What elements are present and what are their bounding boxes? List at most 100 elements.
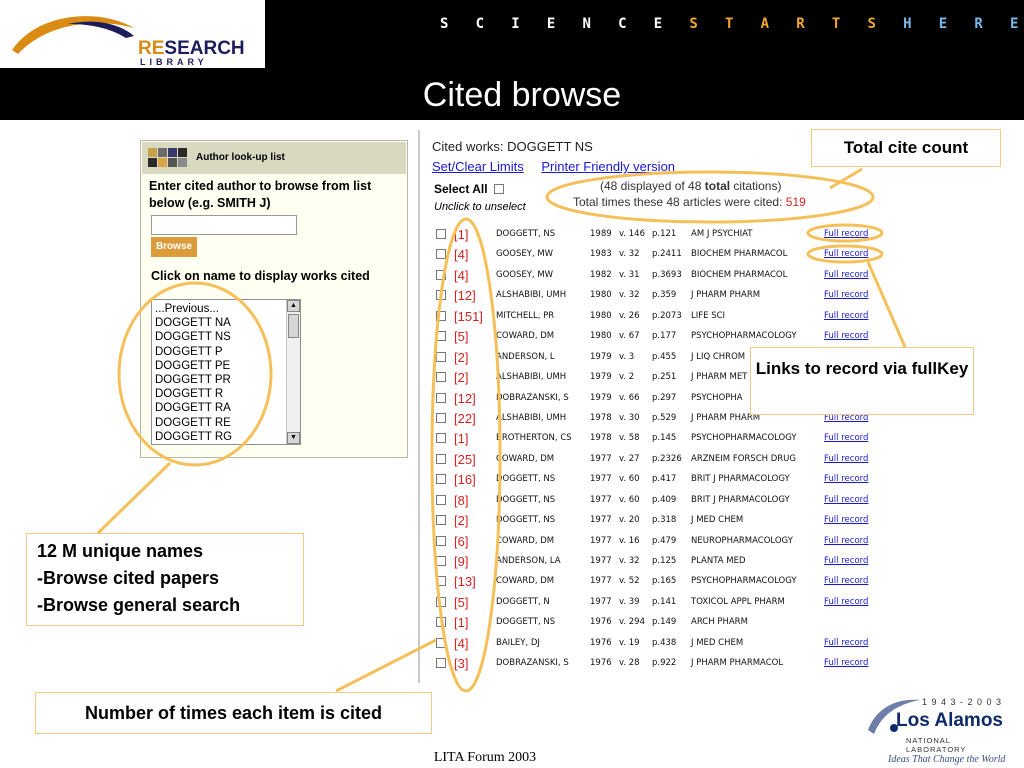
year: 1977 [590, 474, 612, 485]
scroll-up-arrow-icon[interactable]: ▲ [287, 300, 300, 312]
row-checkbox[interactable] [436, 596, 446, 607]
printer-friendly-link[interactable]: Printer Friendly version [541, 159, 675, 174]
full-record-link[interactable]: Full record [824, 536, 868, 546]
cite-count: [2] [454, 370, 469, 386]
callout-names-title: 12 M unique names [37, 541, 204, 561]
page: p.529 [652, 412, 677, 423]
year: 1982 [590, 269, 612, 280]
lookup-header-label: Author look-up list [196, 152, 285, 163]
full-record-link[interactable]: Full record [824, 433, 868, 443]
full-record-link[interactable]: Full record [824, 249, 868, 259]
page: p.2411 [652, 249, 682, 260]
row-checkbox[interactable] [436, 372, 446, 383]
row-checkbox[interactable] [436, 576, 446, 587]
row-checkbox[interactable] [436, 392, 446, 403]
row-checkbox[interactable] [436, 658, 446, 669]
row-checkbox[interactable] [436, 453, 446, 464]
row-checkbox[interactable] [436, 249, 446, 260]
page: p.121 [652, 229, 677, 239]
set-clear-limits-link[interactable]: Set/Clear Limits [432, 159, 524, 174]
cite-count: [12] [454, 288, 476, 304]
page: p.2326 [652, 453, 682, 464]
full-record-link[interactable]: Full record [824, 229, 868, 239]
volume: v. 20 [619, 515, 640, 526]
row-checkbox[interactable] [436, 290, 446, 301]
journal: J MED CHEM [691, 515, 744, 526]
author-option[interactable]: DOGGETT RA [155, 401, 285, 415]
full-record-link[interactable]: Full record [824, 331, 868, 341]
callout-times-cited: Number of times each item is cited [35, 692, 432, 734]
author-option[interactable]: DOGGETT NS [155, 330, 285, 344]
author-option[interactable]: ...Previous... [155, 302, 285, 316]
volume: v. 60 [619, 494, 640, 505]
journal: PSYCHOPHARMACOLOGY [691, 433, 797, 444]
cite-count: [13] [454, 574, 476, 590]
cite-count: [2] [454, 349, 469, 365]
full-record-link[interactable]: Full record [824, 556, 868, 566]
row-checkbox[interactable] [436, 617, 446, 628]
year: 1980 [590, 290, 612, 301]
row-checkbox[interactable] [436, 556, 446, 566]
full-record-link[interactable]: Full record [824, 454, 868, 464]
author-name: DOGGETT, N [496, 596, 550, 607]
scroll-thumb[interactable] [288, 314, 299, 338]
full-record-link[interactable]: Full record [824, 474, 868, 484]
full-record-link[interactable]: Full record [824, 311, 868, 321]
volume: v. 32 [619, 290, 640, 301]
cited-works-list: [1] DOGGETT, NS 1989 v. 146 p.121 AM J PSYCHI… [420, 225, 898, 675]
cite-count: [22] [454, 410, 476, 426]
row-checkbox[interactable] [436, 310, 446, 321]
listbox-scrollbar[interactable]: ▲ ▼ [286, 300, 300, 444]
author-search-input[interactable] [151, 215, 297, 235]
author-option[interactable]: DOGGETT NA [155, 316, 285, 330]
author-option[interactable]: DOGGETT RG [155, 430, 285, 444]
author-option[interactable]: DOGGETT PR [155, 373, 285, 387]
row-checkbox[interactable] [436, 474, 446, 485]
full-record-link[interactable]: Full record [824, 270, 868, 280]
page: p.318 [652, 515, 677, 526]
volume: v. 294 [619, 617, 645, 628]
page: p.251 [652, 372, 677, 383]
row-checkbox[interactable] [436, 637, 446, 648]
full-record-link[interactable]: Full record [824, 638, 868, 648]
volume: v. 146 [619, 229, 645, 239]
row-checkbox[interactable] [436, 535, 446, 546]
full-record-link[interactable]: Full record [824, 515, 868, 525]
full-record-link[interactable]: Full record [824, 290, 868, 300]
author-name: ANDERSON, L [496, 351, 555, 362]
author-option[interactable]: DOGGETT PE [155, 359, 285, 373]
full-record-link[interactable]: Full record [824, 658, 868, 668]
journal: NEUROPHARMACOLOGY [691, 535, 793, 546]
author-name: BROTHERTON, CS [496, 433, 572, 444]
full-record-link[interactable]: Full record [824, 495, 868, 505]
cited-work-row: [1] DOGGETT, NS 1989 v. 146 p.121 AM J PSYCHI… [420, 225, 898, 245]
callout-names-item: -Browse general search [37, 595, 241, 615]
journal: AM J PSYCHIAT [691, 229, 753, 239]
row-checkbox[interactable] [436, 351, 446, 362]
row-checkbox[interactable] [436, 229, 446, 239]
cited-work-row: [1] DOGGETT, NS 1976 v. 294 p.149 ARCH PHARM [420, 613, 898, 633]
row-checkbox[interactable] [436, 412, 446, 423]
row-checkbox[interactable] [436, 269, 446, 280]
page: p.417 [652, 474, 677, 485]
year: 1980 [590, 310, 612, 321]
author-option[interactable]: DOGGETT R [155, 387, 285, 401]
logo-subtitle: LIBRARY [140, 57, 208, 67]
row-checkbox[interactable] [436, 433, 446, 444]
color-blocks-icon [148, 148, 187, 167]
select-all-checkbox[interactable] [493, 184, 504, 194]
author-option[interactable]: DOGGETT RE [155, 416, 285, 430]
author-name: COWARD, DM [496, 331, 555, 342]
volume: v. 66 [619, 392, 640, 403]
browse-button[interactable]: Browse [151, 237, 197, 257]
journal: PSYCHOPHARMACOLOGY [691, 576, 797, 587]
full-record-link[interactable]: Full record [824, 576, 868, 586]
author-listbox[interactable]: ...Previous... DOGGETT NA DOGGETT NS DOGGET… [151, 299, 301, 445]
full-record-link[interactable]: Full record [824, 597, 868, 607]
row-checkbox[interactable] [436, 494, 446, 505]
row-checkbox[interactable] [436, 515, 446, 526]
volume: v. 67 [619, 331, 640, 342]
scroll-down-arrow-icon[interactable]: ▼ [287, 432, 300, 444]
row-checkbox[interactable] [436, 331, 446, 342]
author-option[interactable]: DOGGETT P [155, 345, 285, 359]
